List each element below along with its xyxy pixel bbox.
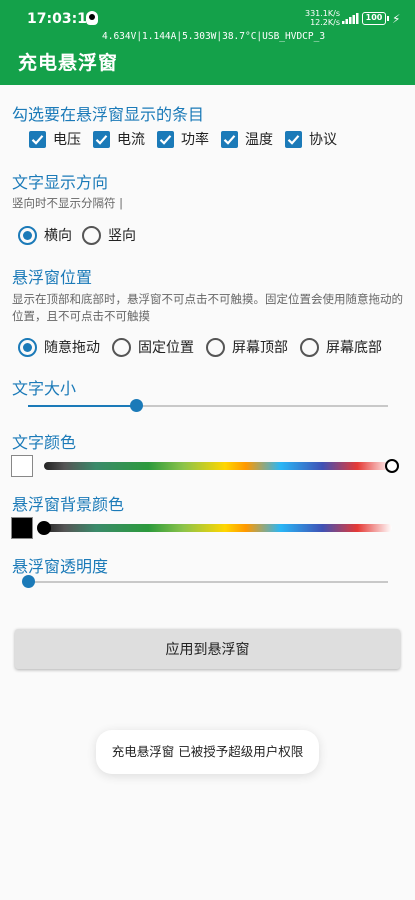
checkbox-check-icon (221, 130, 238, 148)
position-section-title: 悬浮窗位置 (12, 268, 93, 287)
checkbox-voltage[interactable]: 电压 (29, 129, 81, 149)
slider-thumb[interactable] (130, 399, 143, 412)
app-bar: 17:03:19 331.1K/s 12.2K/s 100 ⚡ 4.634V|1… (0, 0, 415, 85)
radio-button-icon (300, 337, 319, 357)
checkbox-protocol[interactable]: 协议 (285, 129, 337, 149)
network-download-speed: 12.2K/s (310, 18, 340, 27)
radio-fixed-position[interactable]: 固定位置 (112, 337, 194, 357)
signal-icon (342, 13, 359, 24)
direction-hint: 竖向时不显示分隔符 | (12, 196, 124, 210)
opacity-section-title: 悬浮窗透明度 (12, 557, 109, 576)
text-size-section-title: 文字大小 (12, 379, 77, 398)
text-color-swatch (11, 455, 33, 477)
checkbox-label: 温度 (245, 132, 273, 148)
checkbox-label: 协议 (309, 132, 337, 148)
apply-to-floating-window-button[interactable]: 应用到悬浮窗 (15, 629, 400, 669)
position-hint: 显示在顶部和底部时，悬浮窗不可点击不可触摸。固定位置会使用随意拖动的位置，且不可… (12, 292, 403, 323)
items-section-title: 勾选要在悬浮窗显示的条目 (12, 105, 205, 124)
radio-vertical[interactable]: 竖向 (82, 225, 136, 245)
text-color-picker[interactable] (44, 459, 399, 473)
opacity-slider[interactable] (22, 575, 388, 588)
radio-button-selected-icon (18, 225, 37, 245)
radio-label: 屏幕顶部 (232, 340, 288, 356)
checkbox-check-icon (157, 130, 174, 148)
radio-button-icon (206, 337, 225, 357)
text-color-section-title: 文字颜色 (12, 433, 77, 452)
radio-horizontal[interactable]: 横向 (18, 225, 72, 245)
radio-button-icon (82, 225, 101, 245)
checkbox-label: 电压 (53, 132, 81, 148)
slider-thumb[interactable] (22, 575, 35, 588)
checkbox-current[interactable]: 电流 (93, 129, 145, 149)
app-title: 充电悬浮窗 (18, 52, 119, 74)
charging-bolt-icon: ⚡ (392, 12, 401, 26)
qq-notification-icon (86, 11, 98, 25)
checkbox-check-icon (29, 130, 46, 148)
network-speed: 331.1K/s 12.2K/s (304, 9, 340, 27)
checkbox-power[interactable]: 功率 (157, 129, 209, 149)
checkbox-label: 电流 (117, 132, 145, 148)
bg-color-picker[interactable] (37, 521, 392, 535)
battery-level: 100 (365, 13, 383, 22)
checkbox-check-icon (285, 130, 302, 148)
radio-label: 屏幕底部 (326, 340, 382, 356)
toast-message: 充电悬浮窗 已被授予超级用户权限 (96, 730, 319, 774)
bg-color-swatch (11, 517, 33, 539)
slider-fill (28, 405, 136, 407)
checkbox-check-icon (93, 130, 110, 148)
radio-button-icon (112, 337, 131, 357)
color-picker-thumb[interactable] (385, 459, 399, 473)
checkbox-label: 功率 (181, 132, 209, 148)
radio-button-selected-icon (18, 337, 37, 357)
direction-section-title: 文字显示方向 (12, 173, 109, 192)
text-size-slider[interactable] (28, 399, 388, 412)
radio-label: 随意拖动 (44, 340, 100, 356)
radio-screen-bottom[interactable]: 屏幕底部 (300, 337, 382, 357)
radio-screen-top[interactable]: 屏幕顶部 (206, 337, 288, 357)
floating-window-readout[interactable]: 4.634V|1.144A|5.303W|38.7°C|USB_HVDCP_3 (102, 31, 325, 42)
checkbox-temperature[interactable]: 温度 (221, 129, 273, 149)
bg-color-section-title: 悬浮窗背景颜色 (12, 495, 125, 514)
color-picker-thumb[interactable] (37, 521, 51, 535)
radio-label: 固定位置 (138, 340, 194, 356)
radio-label: 横向 (44, 228, 72, 244)
radio-free-drag[interactable]: 随意拖动 (18, 337, 100, 357)
battery-icon: 100 (362, 12, 389, 25)
network-upload-speed: 331.1K/s (304, 9, 340, 18)
radio-label: 竖向 (108, 228, 136, 244)
